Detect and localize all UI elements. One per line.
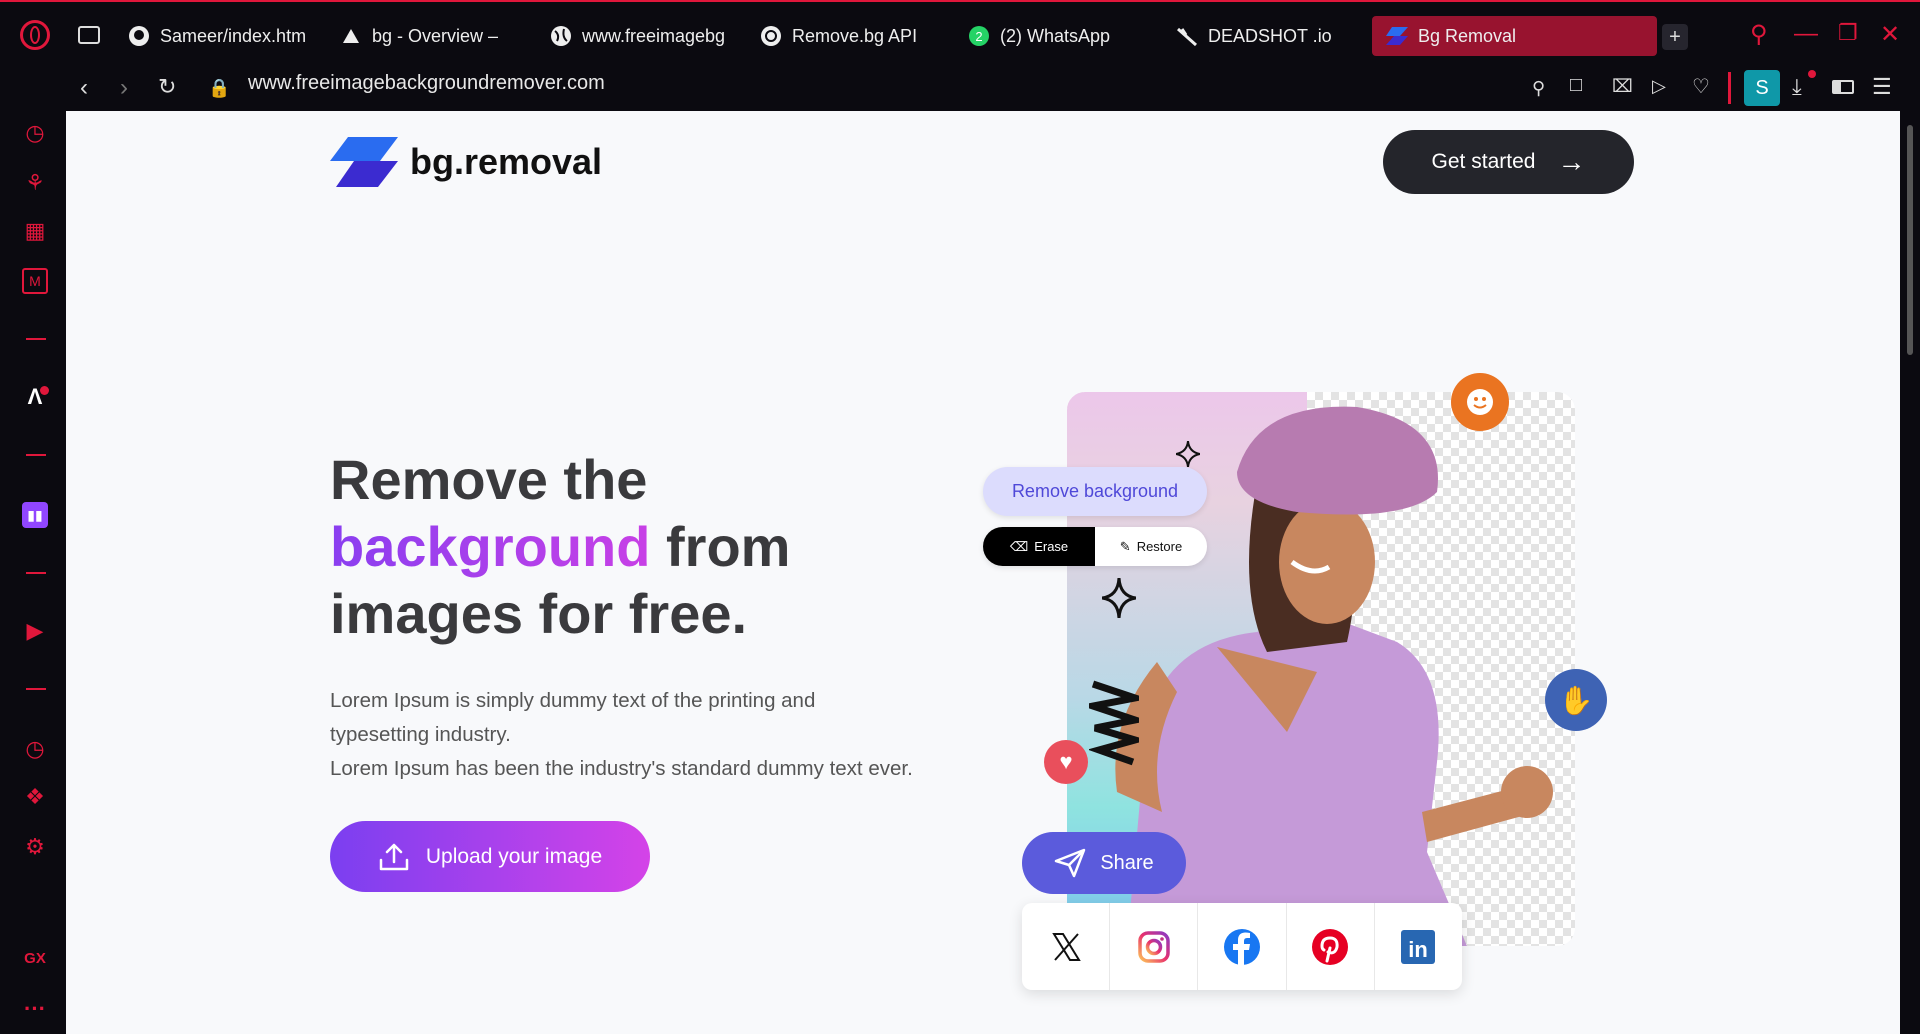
send-icon[interactable]: ▷	[1652, 76, 1666, 97]
scribble-decoration	[1089, 680, 1139, 766]
easy-setup-menu-icon[interactable]: ☰	[1872, 74, 1892, 100]
vercel-icon	[340, 25, 362, 47]
erase-option: ⌫ Erase	[983, 527, 1095, 566]
deadshot-icon	[1176, 25, 1198, 47]
tab-freeimage[interactable]: www.freeimagebg	[550, 16, 730, 56]
sparkle-icon	[1102, 578, 1136, 618]
tab-github[interactable]: Sameer/index.htm	[128, 16, 308, 56]
sidebar-divider	[26, 338, 46, 340]
download-badge	[1808, 70, 1816, 78]
player-icon[interactable]: ▶	[22, 618, 48, 644]
adblock-icon[interactable]: ⌧	[1612, 76, 1633, 97]
snapshot-icon[interactable]: □	[1570, 74, 1582, 97]
share-pill: Share	[1022, 832, 1186, 894]
url-field[interactable]: www.freeimagebackgroundremover.com	[248, 72, 605, 95]
pinterest-icon	[1287, 903, 1375, 990]
twitch-icon[interactable]: ▮▮	[22, 502, 48, 528]
social-share-bar: in	[1022, 903, 1462, 990]
tab-whatsapp[interactable]: 2 (2) WhatsApp	[968, 16, 1143, 56]
minimize-button[interactable]: —	[1794, 20, 1818, 48]
lock-icon: 🔒	[208, 78, 231, 98]
remove-background-pill: Remove background	[983, 467, 1207, 516]
gx-mods-icon[interactable]: M	[22, 268, 48, 294]
tab-bg-removal[interactable]: Bg Removal	[1372, 16, 1657, 56]
tab-deadshot[interactable]: DEADSHOT .io	[1176, 16, 1351, 56]
restore-option: ✎ Restore	[1095, 527, 1207, 566]
instagram-icon	[1110, 903, 1199, 990]
tab-vercel[interactable]: bg - Overview –	[340, 16, 515, 56]
downloads-icon[interactable]: ⤓	[1792, 74, 1802, 100]
back-button[interactable]: ‹	[80, 74, 88, 102]
favorites-heart-icon[interactable]: ♡	[1692, 74, 1710, 99]
sidebar-divider	[26, 454, 46, 456]
history-icon[interactable]: ◷	[22, 736, 48, 762]
sidebar-divider	[26, 572, 46, 574]
sidebar: ◷ ⚘ ▦ M Λ ▮▮ ▶ ◷ ❖ ⚙ GX ···	[0, 110, 66, 1034]
openai-icon	[760, 25, 782, 47]
aria-badge	[40, 386, 49, 395]
bg-removal-icon	[1386, 25, 1408, 47]
eraser-icon: ⌫	[1009, 538, 1029, 554]
x-twitter-icon	[1022, 903, 1111, 990]
battery-saver-icon[interactable]	[1832, 80, 1854, 94]
pin-icon[interactable]: ⚲	[1532, 78, 1545, 99]
divider	[1728, 72, 1731, 104]
smiley-icon	[1451, 373, 1509, 431]
workspaces-icon[interactable]	[78, 26, 100, 44]
globe-icon	[550, 25, 572, 47]
profile-avatar[interactable]: S	[1744, 70, 1780, 106]
scrollbar-thumb[interactable]	[1907, 125, 1913, 355]
sidebar-divider	[26, 688, 46, 690]
forward-button[interactable]: ›	[120, 74, 128, 102]
facebook-icon	[1198, 903, 1287, 990]
linkedin-icon: in	[1375, 903, 1462, 990]
gx-cleaner-icon[interactable]: ⚘	[22, 170, 48, 196]
settings-gear-icon[interactable]: ⚙	[22, 834, 48, 860]
sparkle-icon	[1176, 441, 1200, 467]
restore-window-button[interactable]: ❐	[1838, 20, 1858, 46]
erase-restore-toggle: ⌫ Erase ✎ Restore	[983, 527, 1207, 566]
svg-text:in: in	[1409, 937, 1429, 962]
send-icon	[1055, 848, 1086, 878]
gx-label[interactable]: GX	[20, 950, 50, 976]
hero-illustration: Remove background ⌫ Erase ✎ Restore ✋ ♥ Sh…	[66, 111, 1900, 1034]
new-tab-button[interactable]: +	[1662, 24, 1688, 50]
whatsapp-icon: 2	[968, 25, 990, 47]
brush-icon: ✎	[1119, 538, 1131, 554]
tab-removebg-api[interactable]: Remove.bg API	[760, 16, 935, 56]
gx-corner-icon[interactable]: ▦	[22, 218, 48, 244]
heart-icon: ♥	[1044, 740, 1088, 784]
extensions-icon[interactable]: ❖	[22, 784, 48, 810]
search-tabs-icon[interactable]: ⚲	[1750, 20, 1768, 49]
sidebar-more-button[interactable]: ···	[22, 996, 48, 1022]
close-window-button[interactable]: ✕	[1880, 20, 1900, 49]
page-scrollbar[interactable]	[1900, 111, 1920, 1034]
opera-gx-logo-icon[interactable]	[20, 20, 50, 50]
reload-button[interactable]: ↻	[158, 74, 176, 100]
tab-bar: Sameer/index.htm bg - Overview – www.fre…	[0, 2, 1920, 66]
svg-text:2: 2	[975, 29, 982, 44]
page-content: bg.removal Get started → Remove the backgr…	[66, 111, 1900, 1034]
gx-control-icon[interactable]: ◷	[22, 120, 48, 146]
github-icon	[128, 25, 150, 47]
thumbs-up-icon: ✋	[1545, 669, 1607, 731]
